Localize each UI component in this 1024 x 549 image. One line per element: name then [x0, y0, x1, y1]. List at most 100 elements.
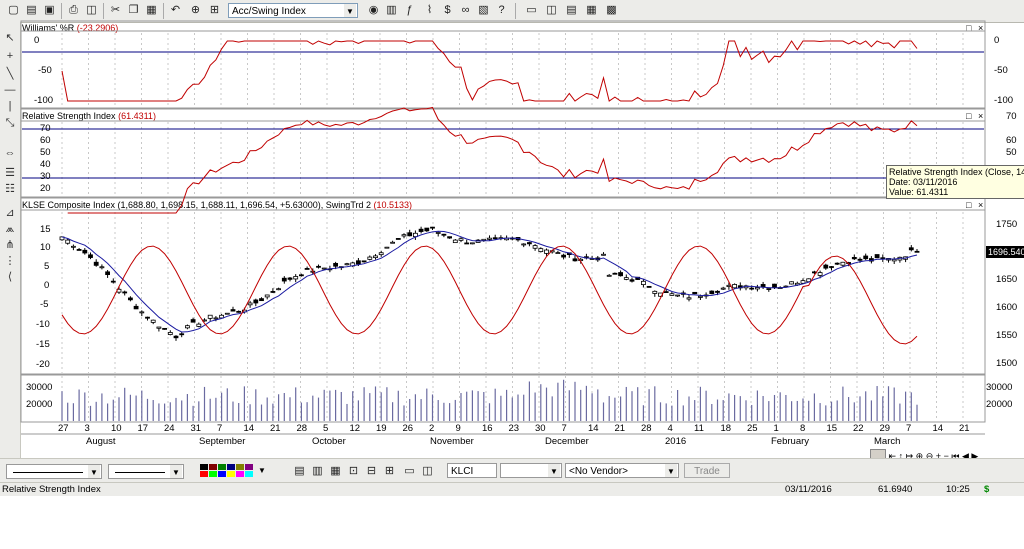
swing-tick: -20 — [36, 359, 50, 370]
candle — [766, 288, 772, 290]
candle — [641, 280, 646, 285]
line-weight-combo[interactable]: ▼ — [108, 464, 184, 479]
line-style-combo[interactable]: ▼ — [6, 464, 102, 479]
window-icon[interactable]: ◫ — [420, 464, 435, 479]
last-price-tag: 1696.540 — [986, 246, 1024, 258]
candle — [156, 326, 162, 329]
candle — [259, 298, 264, 302]
candle — [184, 325, 190, 329]
color-swatch[interactable] — [218, 471, 226, 477]
swing-tick: -5 — [40, 299, 49, 310]
x-day-label: 8 — [800, 423, 806, 434]
status-value: 61.6940 — [878, 484, 913, 495]
swing-index-line — [61, 245, 918, 345]
candle — [82, 249, 88, 254]
candle — [772, 283, 777, 288]
candle — [863, 255, 869, 260]
color-swatch[interactable] — [200, 471, 208, 477]
candle — [276, 288, 282, 291]
x-day-label: 3 — [84, 423, 90, 434]
color-swatch[interactable] — [227, 471, 235, 477]
rsi-tick: 20 — [40, 183, 51, 194]
vendor-combo[interactable]: <No Vendor> ▼ — [565, 463, 679, 478]
x-day-label: 14 — [932, 423, 944, 434]
candle — [93, 261, 99, 266]
candle — [749, 287, 755, 290]
trade-button[interactable]: Trade — [684, 463, 730, 478]
price-tick: 1600 — [996, 302, 1018, 313]
candle — [344, 263, 350, 266]
volume-panel — [20, 374, 986, 423]
x-day-label: 28 — [641, 423, 652, 434]
dollar-icon: $ — [984, 484, 990, 495]
rsi-panel — [20, 108, 986, 198]
candle — [162, 327, 168, 330]
chart-style-icon[interactable]: ▤ — [292, 464, 307, 479]
candle — [435, 232, 441, 234]
rsi-tick: 70 — [40, 123, 51, 134]
candle — [646, 285, 652, 288]
chart-style-icon[interactable]: ▥ — [310, 464, 325, 479]
color-swatch[interactable] — [209, 471, 217, 477]
candle — [287, 277, 293, 280]
color-swatch[interactable] — [200, 464, 208, 470]
swing-tick: 15 — [40, 224, 51, 235]
candle — [618, 272, 623, 277]
price-panel — [20, 197, 986, 375]
chevron-down-icon: ▼ — [258, 466, 266, 475]
candle — [709, 290, 715, 295]
color-swatch[interactable] — [218, 464, 226, 470]
bar-type-icon[interactable]: ⊟ — [364, 464, 379, 479]
period-combo[interactable]: ▼ — [500, 463, 562, 478]
candle — [378, 252, 384, 256]
candle — [492, 237, 498, 240]
volume-tick: 20000 — [986, 399, 1013, 410]
candle — [384, 246, 390, 249]
color-swatch[interactable] — [245, 471, 253, 477]
format-toolbar: ▼ ▼ ▼ ▤ ▥ ▦ ⊡ ⊟ ⊞ ▭ ◫ KLCI ▼ <No Vendor>… — [0, 458, 1024, 483]
candle — [760, 284, 766, 288]
candle — [247, 302, 253, 306]
window-icon[interactable]: ▭ — [402, 464, 417, 479]
candle — [430, 226, 435, 229]
rsi-tick: 50 — [40, 147, 51, 158]
chevron-down-icon: ▼ — [88, 465, 100, 478]
x-day-label: 14 — [588, 423, 599, 434]
candle — [755, 287, 760, 290]
candle — [663, 291, 669, 293]
candle — [105, 271, 110, 276]
candle — [538, 248, 544, 252]
swing-tick: -10 — [36, 319, 50, 330]
symbol-input[interactable]: KLCI — [447, 463, 497, 478]
rsi-tick: 60 — [1006, 135, 1017, 146]
candle — [122, 291, 128, 294]
bar-type-icon[interactable]: ⊡ — [346, 464, 361, 479]
chart-area[interactable] — [0, 0, 1024, 458]
candle — [99, 266, 105, 269]
tooltip-line: Date: 03/11/2016 — [889, 177, 958, 187]
candle — [732, 284, 737, 289]
x-day-label: 4 — [667, 423, 673, 434]
candle — [851, 256, 857, 260]
color-swatch[interactable] — [236, 464, 244, 470]
candle — [441, 233, 447, 236]
color-swatch[interactable] — [245, 464, 253, 470]
x-day-label: 14 — [243, 423, 255, 434]
volume-tick: 30000 — [986, 382, 1013, 393]
candle — [367, 256, 373, 260]
color-swatch[interactable] — [236, 471, 244, 477]
chart-style-icon[interactable]: ▦ — [328, 464, 343, 479]
x-day-label: 5 — [323, 423, 329, 434]
rsi-tick: 50 — [1006, 147, 1017, 158]
color-swatch[interactable] — [209, 464, 217, 470]
volume-tick: 30000 — [26, 382, 53, 393]
bar-type-icon[interactable]: ⊞ — [382, 464, 397, 479]
candle — [527, 242, 532, 245]
x-day-label: 9 — [455, 423, 461, 434]
color-swatch[interactable] — [227, 464, 235, 470]
williams-tick: -50 — [38, 65, 52, 76]
color-picker[interactable]: ▼ — [200, 464, 270, 478]
x-day-label: 17 — [137, 423, 149, 434]
x-day-label: 22 — [853, 423, 864, 434]
x-day-label: 27 — [58, 423, 69, 434]
